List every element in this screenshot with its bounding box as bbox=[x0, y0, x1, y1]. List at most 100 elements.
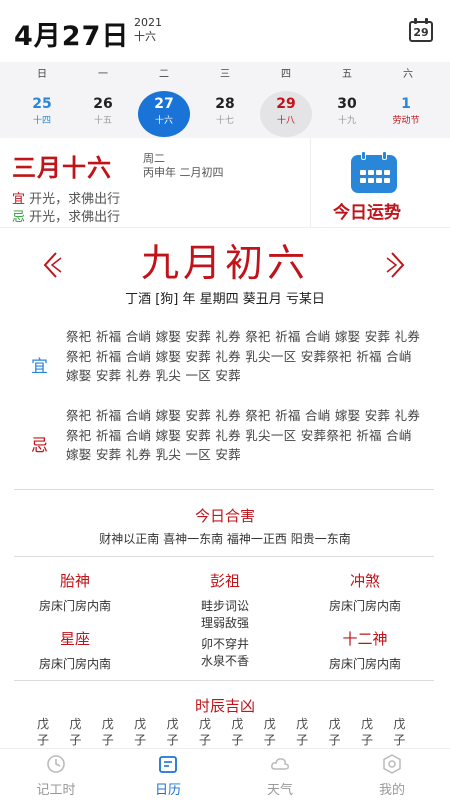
date-title[interactable]: 4月27日 bbox=[14, 14, 129, 53]
shichen-column: 戊子 bbox=[33, 716, 53, 748]
taishen-value: 房床门房内南 bbox=[38, 599, 111, 613]
day-cell-30[interactable]: 30 十九 bbox=[321, 91, 373, 137]
day-number: 28 bbox=[215, 96, 235, 112]
shichen-top: 戊 bbox=[36, 717, 49, 731]
weekday-header: 五 bbox=[342, 69, 352, 80]
day-lunar: 十六 bbox=[154, 116, 173, 126]
calendar-icon-cell bbox=[376, 178, 382, 183]
shiershen-block: 十二神 房床门房内南 bbox=[290, 628, 440, 673]
today-luck-calendar-icon[interactable] bbox=[351, 151, 397, 193]
hehai-title: 今日合害 bbox=[194, 507, 255, 525]
yi-text: 祭祀 祈福 合峭 嫁娶 安葬 礼券 祭祀 祈福 合峭 嫁娶 安葬 礼券 祭祀 祈… bbox=[66, 329, 421, 383]
day-lunar: 十九 bbox=[337, 116, 356, 126]
calendar-icon-body bbox=[351, 155, 397, 193]
shichen-column: 戊子 bbox=[292, 716, 312, 748]
week-strip: 日 一 二 三 四 五 六 25 十四 26 十五 27 十六 28 十七 29… bbox=[0, 62, 450, 138]
tab-worklog[interactable]: 记工时 bbox=[0, 749, 112, 800]
chongsha-value: 房床门房内南 bbox=[328, 599, 401, 613]
shichen-column: 戊子 bbox=[163, 716, 183, 748]
calendar-icon-cell bbox=[384, 178, 390, 183]
shichen-bottom: 子 bbox=[393, 733, 406, 747]
shichen-bottom: 子 bbox=[101, 733, 114, 747]
shichen-column: 戊子 bbox=[98, 716, 118, 748]
taishen-title: 胎神 bbox=[59, 572, 90, 590]
shichen-column: 戊子 bbox=[227, 716, 247, 748]
bottom-tab-bar: 记工时 日历 天气 我的 bbox=[0, 748, 450, 800]
weekday-header: 日 bbox=[37, 69, 47, 80]
user-icon bbox=[383, 754, 401, 774]
ji-mark: 忌 bbox=[12, 210, 26, 225]
shichen-top: 戊 bbox=[328, 717, 341, 731]
xingzuo-title: 星座 bbox=[59, 630, 90, 648]
tab-profile[interactable]: 我的 bbox=[336, 749, 448, 800]
fortune-summary: 三月十六 周二 丙申年 二月初四 宜 开光，求佛出行 忌 开光，求佛出行 今日运… bbox=[0, 138, 450, 228]
shichen-column: 戊子 bbox=[130, 716, 150, 748]
calendar-icon-cell bbox=[360, 170, 366, 175]
chongsha-title: 冲煞 bbox=[349, 572, 380, 590]
next-day-arrow-icon[interactable] bbox=[386, 250, 408, 280]
tab-calendar[interactable]: 日历 bbox=[112, 749, 224, 800]
yi-summary: 宜 开光，求佛出行 bbox=[12, 188, 120, 207]
day-cell-27-selected[interactable]: 27 十六 bbox=[138, 91, 190, 137]
pengzu-block: 彭祖 畦步词讼 理弱敌强 bbox=[150, 570, 300, 632]
shiershen-title: 十二神 bbox=[342, 630, 388, 648]
today-luck-button[interactable]: 今日运势 bbox=[333, 198, 401, 223]
calendar-jump-button[interactable]: 29 bbox=[409, 18, 433, 42]
calendar-icon-cell bbox=[360, 178, 366, 183]
day-lunar: 十五 bbox=[93, 116, 112, 126]
ji-summary: 忌 开光，求佛出行 bbox=[12, 206, 120, 225]
shichen-bottom: 子 bbox=[36, 733, 49, 747]
vertical-divider bbox=[310, 138, 311, 228]
cloud-icon bbox=[271, 758, 289, 770]
shiershen-value: 房床门房内南 bbox=[328, 657, 401, 671]
ji-summary-text: 开光，求佛出行 bbox=[25, 210, 121, 225]
shichen-top: 戊 bbox=[134, 717, 147, 731]
day-number: 27 bbox=[154, 96, 174, 112]
xingzuo-block: 星座 房床门房内南 bbox=[0, 628, 150, 673]
day-lunar: 十八 bbox=[276, 116, 295, 126]
day-cell-25[interactable]: 25 十四 bbox=[16, 91, 68, 137]
shichen-top: 戊 bbox=[69, 717, 82, 731]
calendar-icon-ring bbox=[382, 151, 387, 160]
weekday-header: 三 bbox=[220, 69, 230, 80]
header-year: 2021 bbox=[134, 16, 162, 29]
tab-label: 我的 bbox=[378, 783, 405, 798]
ganzhi-label: 丙申年 二月初四 bbox=[143, 166, 224, 179]
day-number: 26 bbox=[93, 96, 113, 112]
calendar-icon-cell bbox=[368, 170, 374, 175]
shichen-column: 戊子 bbox=[260, 716, 280, 748]
lunar-date-large: 三月十六 bbox=[12, 154, 112, 182]
shichen-bottom: 子 bbox=[360, 733, 373, 747]
shichen-top: 戊 bbox=[166, 717, 179, 731]
calendar-icon-cell bbox=[384, 170, 390, 175]
shichen-bottom: 子 bbox=[231, 733, 244, 747]
shichen-title: 时辰吉凶 bbox=[194, 697, 255, 715]
weekday-header: 六 bbox=[403, 69, 413, 80]
divider bbox=[14, 489, 434, 490]
calendar-icon-cell bbox=[368, 178, 374, 183]
pengzu-title: 彭祖 bbox=[209, 572, 240, 590]
day-number: 25 bbox=[32, 96, 52, 112]
divider bbox=[14, 680, 434, 681]
day-cell-28[interactable]: 28 十七 bbox=[199, 91, 251, 137]
shichen-bottom: 子 bbox=[166, 733, 179, 747]
calendar-icon-ring bbox=[361, 151, 366, 160]
day-lunar: 劳动节 bbox=[392, 116, 420, 126]
shichen-column: 戊子 bbox=[195, 716, 215, 748]
shichen-column: 戊子 bbox=[325, 716, 345, 748]
day-number: 30 bbox=[337, 96, 357, 112]
xingzuo-value: 房床门房内南 bbox=[38, 657, 111, 671]
weekday-header: 四 bbox=[281, 69, 291, 80]
shichen-top: 戊 bbox=[360, 717, 373, 731]
shichen-bottom: 子 bbox=[328, 733, 341, 747]
calendar-button-day: 29 bbox=[413, 26, 429, 39]
shichen-column: 戊子 bbox=[389, 716, 409, 748]
day-cell-26[interactable]: 26 十五 bbox=[77, 91, 129, 137]
shichen-top: 戊 bbox=[296, 717, 309, 731]
pengzu-line: 畦步词讼 bbox=[200, 599, 249, 613]
tab-weather[interactable]: 天气 bbox=[224, 749, 336, 800]
day-cell-1-holiday[interactable]: 1 劳动节 bbox=[380, 91, 432, 137]
main-lunar-date: 九月初六 bbox=[140, 241, 309, 285]
shichen-top: 戊 bbox=[263, 717, 276, 731]
day-cell-29-today[interactable]: 29 十八 bbox=[260, 91, 312, 137]
